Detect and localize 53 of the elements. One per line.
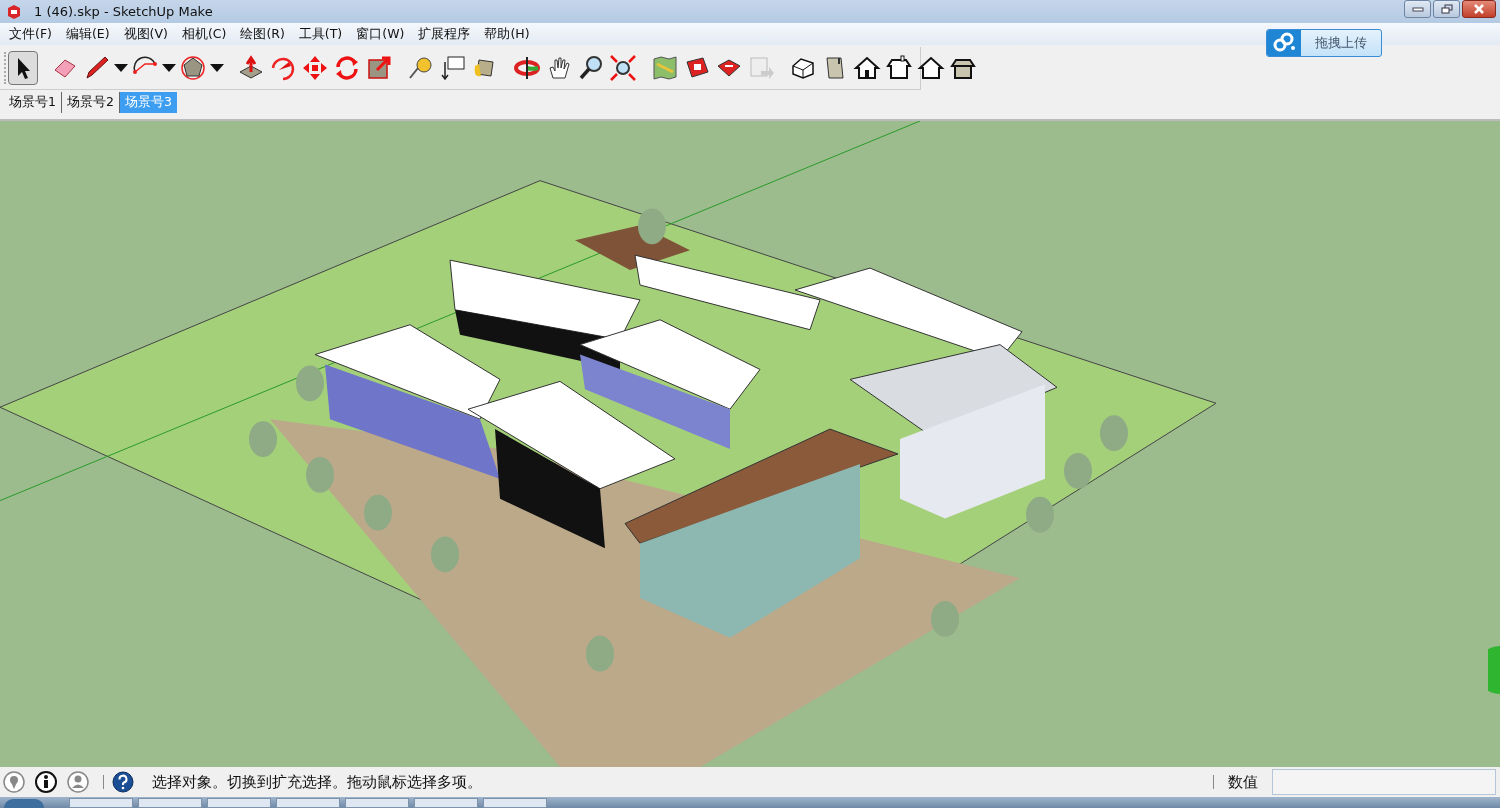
taskbar-button[interactable]: [138, 798, 202, 808]
restore-button[interactable]: [1433, 0, 1460, 18]
app-logo-icon: [6, 3, 22, 20]
menu-item[interactable]: 编辑(E): [58, 25, 117, 43]
taskbar-button[interactable]: [207, 798, 271, 808]
house-top-icon: [885, 54, 913, 82]
menu-item[interactable]: 相机(C): [174, 25, 234, 43]
caret-icon: [210, 64, 224, 72]
taskbar-button[interactable]: [276, 798, 340, 808]
info-icon[interactable]: [35, 771, 57, 793]
scene-tab[interactable]: 场景号2: [61, 92, 120, 113]
menu-item[interactable]: 帮助(H): [477, 25, 537, 43]
cloud-link-icon: [1267, 30, 1301, 56]
restore-icon: [1440, 4, 1453, 14]
taskbar-button[interactable]: [414, 798, 478, 808]
taskbar-button[interactable]: [345, 798, 409, 808]
menu-item[interactable]: 视图(V): [116, 25, 175, 43]
map-icon: [651, 54, 679, 82]
menu-item[interactable]: 绘图(R): [233, 25, 292, 43]
help-icon[interactable]: [112, 771, 134, 793]
minimize-icon: [1411, 5, 1424, 13]
minimize-button[interactable]: [1404, 0, 1431, 18]
caret-icon: [162, 64, 176, 72]
taskbar-button[interactable]: [483, 798, 547, 808]
window-title: 1 (46).skp - SketchUp Make: [34, 4, 213, 19]
zoom-extents-icon: [609, 54, 637, 82]
rotate-icon: [333, 54, 361, 82]
orbit-icon: [513, 54, 541, 82]
menu-item[interactable]: 窗口(W): [349, 25, 412, 43]
user-icon[interactable]: [67, 771, 89, 793]
house-side-icon: [917, 54, 945, 82]
status-hint: 选择对象。切换到扩充选择。拖动鼠标选择多项。: [152, 772, 482, 792]
menu-item[interactable]: 扩展程序: [411, 25, 478, 43]
house-front-icon: [853, 54, 881, 82]
close-icon: [1473, 4, 1485, 14]
start-button[interactable]: [4, 799, 44, 808]
measurements-field[interactable]: [1272, 769, 1496, 795]
search-icon: [577, 54, 605, 82]
location-pin-icon[interactable]: [3, 771, 25, 793]
menu-item[interactable]: 工具(T): [291, 25, 350, 43]
scale-icon: [365, 54, 393, 82]
caret-icon: [114, 64, 128, 72]
upload-button[interactable]: 拖拽上传: [1266, 29, 1382, 57]
select-tool-button[interactable]: [8, 51, 38, 85]
text-label-icon: [439, 54, 467, 82]
polygon-icon: [179, 54, 207, 82]
taskbar-button[interactable]: [69, 798, 133, 808]
move-arrows-icon: [301, 54, 329, 82]
pencil-icon: [83, 54, 111, 82]
measurements-label: 数值: [1228, 772, 1258, 792]
scene-tab[interactable]: 场景号1: [4, 92, 62, 113]
close-button[interactable]: [1462, 0, 1496, 18]
menu-item[interactable]: 文件(F): [2, 25, 59, 43]
